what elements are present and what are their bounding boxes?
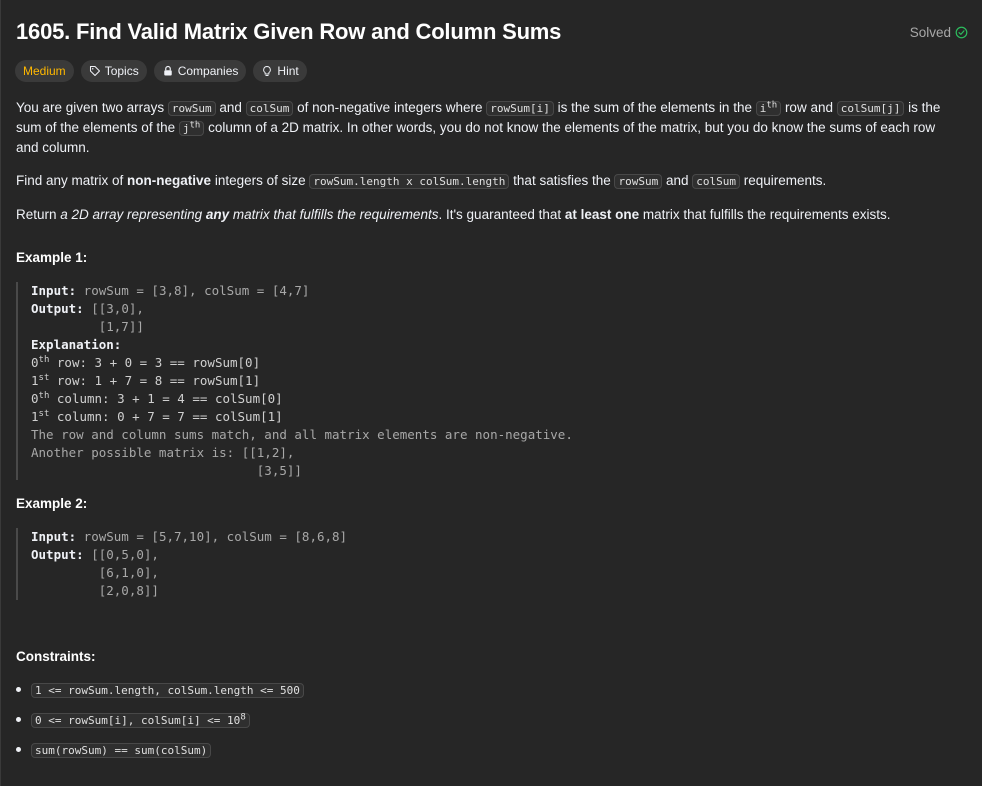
solved-label: Solved <box>909 25 951 40</box>
description-paragraph-1: You are given two arrays rowSum and colS… <box>16 98 958 157</box>
constraint-item: 1 <= rowSum.length, colSum.length <= 500 <box>16 682 304 712</box>
text: that satisfies the <box>509 173 615 188</box>
inline-code: rowSum <box>167 101 216 116</box>
input-value: rowSum = [5,7,10], colSum = [8,6,8] <box>76 529 348 544</box>
inline-code: rowSum[i] <box>486 101 554 116</box>
superscript: th <box>766 100 778 111</box>
description-paragraph-3: Return a 2D array representing any matri… <box>16 205 958 224</box>
bullet-icon <box>16 687 21 692</box>
explanation-line: 1st row: 1 + 7 = 8 == rowSum[1] <box>31 372 261 388</box>
output-value: [6,1,0], <box>31 565 159 580</box>
check-circle-icon <box>955 26 968 39</box>
text: 0 <= rowSum[i], colSum[i] <= 10 <box>35 714 241 727</box>
inline-code: colSum <box>245 101 294 116</box>
text: Find any matrix of <box>16 173 128 188</box>
inline-code: colSum <box>692 174 741 189</box>
output-value: [[3,0], <box>83 301 144 316</box>
input-value: rowSum = [3,8], colSum = [4,7] <box>76 283 310 298</box>
output-label: Output: <box>31 547 84 562</box>
explanation-line: 1st column: 0 + 7 = 7 == colSum[1] <box>31 408 283 424</box>
tag-bar: Medium Topics Companies Hint <box>15 60 307 82</box>
hint-tag[interactable]: Hint <box>253 60 307 82</box>
bold-italic-text: any <box>205 207 230 222</box>
output-value: [1,7]] <box>31 319 144 334</box>
input-label: Input: <box>31 283 77 298</box>
description-paragraph-2: Find any matrix of non-negative integers… <box>16 171 958 191</box>
text: is the sum of the elements in the <box>553 100 756 115</box>
topics-label: Topics <box>104 64 139 78</box>
superscript: th <box>189 120 201 131</box>
constraints-list: 1 <= rowSum.length, colSum.length <= 500… <box>16 682 304 772</box>
text: matrix that fulfills the requirements ex… <box>639 207 891 222</box>
text: You are given two arrays <box>16 100 168 115</box>
bold-text: at least one <box>564 207 640 222</box>
topics-tag[interactable]: Topics <box>80 60 147 82</box>
text: and <box>662 173 693 188</box>
tag-icon <box>89 65 100 77</box>
explanation-label: Explanation: <box>31 337 122 352</box>
solved-status: Solved <box>910 25 968 40</box>
example-2-block: Input: rowSum = [5,7,10], colSum = [8,6,… <box>16 528 347 600</box>
text: of non-negative integers where <box>293 100 487 115</box>
explanation-note: [3,5]] <box>31 463 302 478</box>
companies-tag[interactable]: Companies <box>153 60 247 82</box>
inline-code: ith <box>755 100 782 116</box>
explanation-note: Another possible matrix is: [[1,2], <box>31 445 295 460</box>
explanation-note: The row and column sums match, and all m… <box>31 427 573 442</box>
superscript: 8 <box>240 712 246 723</box>
inline-code: 1 <= rowSum.length, colSum.length <= 500 <box>31 683 304 698</box>
output-value: [[0,5,0], <box>83 547 159 562</box>
problem-description: You are given two arrays rowSum and colS… <box>16 98 958 238</box>
hint-label: Hint <box>277 64 299 78</box>
example-1-block: Input: rowSum = [3,8], colSum = [4,7] Ou… <box>16 282 573 480</box>
text: and <box>215 100 246 115</box>
text: Return <box>16 207 61 222</box>
companies-label: Companies <box>177 64 239 78</box>
inline-code: jth <box>178 120 205 136</box>
explanation-line: 0th column: 3 + 1 = 4 == colSum[0] <box>31 390 283 406</box>
inline-code: colSum[j] <box>836 101 905 116</box>
example-2-title: Example 2: <box>16 496 88 511</box>
problem-title: 1605. Find Valid Matrix Given Row and Co… <box>16 19 562 44</box>
text: requirements. <box>740 173 827 188</box>
constraint-item: 0 <= rowSum[i], colSum[i] <= 108 <box>16 712 304 742</box>
lightbulb-icon <box>263 66 272 76</box>
inline-code: 0 <= rowSum[i], colSum[i] <= 108 <box>31 713 250 728</box>
italic-text: a 2D array representing <box>60 207 206 222</box>
bullet-icon <box>16 747 21 752</box>
inline-code: rowSum <box>614 174 663 189</box>
inline-code: sum(rowSum) == sum(colSum) <box>31 743 212 758</box>
italic-text: matrix that fulfills the requirements <box>229 207 439 222</box>
explanation-line: 0th row: 3 + 0 = 3 == rowSum[0] <box>31 354 261 370</box>
output-label: Output: <box>31 301 84 316</box>
text: integers of size <box>211 173 310 188</box>
inline-code: rowSum.length x colSum.length <box>309 174 510 189</box>
bullet-icon <box>16 717 21 722</box>
text: . It's guaranteed that <box>438 207 565 222</box>
bold-text: non-negative <box>127 173 212 188</box>
input-label: Input: <box>31 529 77 544</box>
difficulty-tag[interactable]: Medium <box>15 60 74 82</box>
text: row and <box>781 100 837 115</box>
output-value: [2,0,8]] <box>31 583 159 598</box>
lock-icon <box>163 65 172 76</box>
example-1-title: Example 1: <box>16 250 88 265</box>
constraints-title: Constraints: <box>16 649 96 664</box>
constraint-item: sum(rowSum) == sum(colSum) <box>16 742 304 772</box>
